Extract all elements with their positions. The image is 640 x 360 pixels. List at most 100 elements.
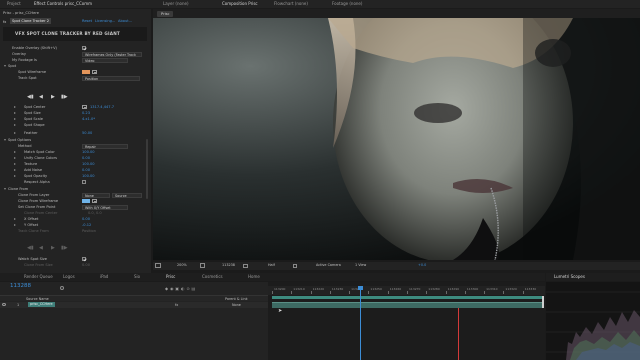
ruler-tick-label: 113280 — [428, 287, 440, 291]
tab-logos[interactable]: Logos — [57, 273, 81, 281]
tab-cosmetics[interactable]: Cosmetics — [196, 273, 229, 281]
playhead-handle[interactable] — [357, 286, 363, 290]
crosshair-icon[interactable] — [82, 105, 87, 109]
spot-wireframe-swatch[interactable] — [82, 70, 90, 74]
play-icon[interactable]: ▶ — [51, 245, 55, 251]
source-dropdown[interactable]: Source — [112, 192, 142, 198]
disclosure-icon[interactable] — [4, 187, 6, 190]
fx-switch-icon[interactable]: fx — [175, 303, 178, 307]
track-spot-dropdown[interactable]: Position — [82, 75, 140, 81]
transparency-grid-icon[interactable] — [293, 263, 297, 268]
top-tab-bar: Project Effect Controls prisc_CComm Laye… — [0, 0, 640, 8]
tab-flowchart[interactable]: Flowchart (none) — [268, 0, 314, 8]
tab-project[interactable]: Project — [1, 0, 27, 8]
eyedropper-icon[interactable] — [92, 199, 97, 203]
layer-duration-bar[interactable] — [272, 302, 542, 308]
ruler-tick-label: 113230 — [331, 287, 344, 291]
respect-alpha-checkbox[interactable] — [82, 180, 86, 184]
fx-toggle-icon[interactable]: fx — [3, 19, 6, 25]
disclosure-icon[interactable] — [14, 111, 16, 114]
licensing-button[interactable]: Licensing... — [95, 18, 115, 24]
camera-dropdown[interactable]: Active Camera — [316, 263, 341, 268]
clone-from-layer-dropdown[interactable]: None — [82, 192, 110, 198]
timeline-timecode[interactable]: 113288 — [10, 283, 31, 289]
disclosure-icon[interactable] — [14, 168, 16, 171]
about-button[interactable]: About... — [118, 18, 132, 24]
search-icon[interactable] — [60, 286, 64, 290]
source-name-header[interactable]: Source Name — [26, 297, 49, 301]
tab-layer[interactable]: Layer (none) — [157, 0, 195, 8]
method-dropdown[interactable]: Repair — [82, 143, 128, 149]
timeline-tools: ◆ ◉ ▣ ◐ ⊙ ▤ — [165, 286, 196, 291]
overlay-dropdown[interactable]: Wireframes Only (Faster Track — [82, 51, 142, 57]
disclosure-icon[interactable] — [14, 162, 16, 165]
timeline-panel: 113288 ◆ ◉ ▣ ◐ ⊙ ▤ Source Name Parent & … — [0, 282, 268, 360]
layer-name[interactable]: prisc_CCHere — [28, 302, 55, 308]
enable-overlay-checkbox[interactable] — [82, 46, 86, 50]
feather-value[interactable]: 50.00 — [82, 130, 92, 136]
disclosure-icon[interactable] — [14, 131, 16, 134]
clone-wireframe-swatch[interactable] — [82, 199, 90, 203]
tab-footage[interactable]: Footage (none) — [326, 0, 368, 8]
tab-sio[interactable]: Sio — [128, 273, 146, 281]
views-dropdown[interactable]: 1 View — [355, 263, 366, 268]
playhead-line[interactable] — [360, 286, 361, 360]
play-reverse-icon[interactable]: ◀ — [39, 245, 43, 251]
tab-ipad[interactable]: iPad — [94, 273, 114, 281]
timeline-tracks[interactable]: 1132001132101132201132301132401132501132… — [268, 282, 545, 360]
ruler-tick-label: 113330 — [524, 287, 537, 291]
watch-spot-size-checkbox[interactable] — [82, 257, 86, 261]
disclosure-icon[interactable] — [14, 105, 16, 108]
ruler-tick-label: 113250 — [370, 287, 382, 291]
my-footage-dropdown[interactable]: Video — [82, 57, 128, 63]
play-reverse-icon[interactable]: ◀ — [39, 94, 43, 100]
tab-home[interactable]: Home — [242, 273, 266, 281]
layer-chip[interactable]: Spot Clone Tracker 2 — [10, 18, 52, 24]
ruler-tick-label: 113310 — [486, 287, 498, 291]
resolution-dropdown[interactable]: Half — [268, 263, 275, 268]
ruler-tick-label: 113210 — [293, 287, 305, 291]
effect-controls-scrollbar[interactable] — [146, 139, 148, 199]
ruler-tick — [329, 291, 331, 294]
timecode-display[interactable]: 113238 — [222, 263, 235, 268]
exposure-value[interactable]: +0.0 — [418, 263, 426, 268]
ruler-tick — [426, 291, 427, 294]
ruler-tick — [464, 291, 466, 294]
disclosure-icon[interactable] — [14, 223, 16, 226]
step-back-icon[interactable]: ◀▮ — [27, 245, 34, 251]
visibility-eye-icon[interactable] — [2, 303, 6, 306]
disclosure-icon[interactable] — [14, 123, 16, 126]
comp-chip[interactable]: Prisc — [157, 11, 174, 17]
disclosure-icon[interactable] — [14, 217, 16, 220]
tab-prisc[interactable]: Prisc — [160, 273, 181, 281]
parent-link-header[interactable]: Parent & Link — [225, 297, 248, 301]
composition-viewer[interactable] — [153, 18, 640, 260]
disclosure-icon[interactable] — [4, 138, 6, 141]
tab-effect-controls[interactable]: Effect Controls prisc_CComm — [28, 0, 98, 8]
mouse-cursor: ➤ — [278, 308, 283, 314]
step-forward-icon[interactable]: ▮▶ — [61, 94, 68, 100]
zoom-dropdown[interactable]: 200% — [177, 263, 187, 268]
set-clone-from-point-dropdown[interactable]: With X/Y Offset — [82, 204, 128, 210]
tab-render-queue[interactable]: Render Queue — [18, 273, 59, 281]
snapshot-icon[interactable] — [155, 263, 161, 268]
disclosure-icon[interactable] — [14, 150, 16, 153]
out-marker — [458, 308, 459, 360]
work-area-bar[interactable] — [272, 296, 542, 299]
camera-icon[interactable] — [243, 263, 248, 268]
tab-lumetri-scopes[interactable]: Lumetri Scopes — [548, 273, 591, 281]
step-forward-icon[interactable]: ▮▶ — [61, 245, 68, 251]
time-ruler[interactable]: 1132001132101132201132301132401132501132… — [268, 286, 545, 295]
play-icon[interactable]: ▶ — [51, 94, 55, 100]
disclosure-icon[interactable] — [14, 117, 16, 120]
reset-button[interactable]: Reset — [82, 18, 92, 24]
tab-composition[interactable]: Composition Prisc — [216, 0, 264, 8]
disclosure-icon[interactable] — [14, 156, 16, 159]
disclosure-icon[interactable] — [14, 174, 16, 177]
disclosure-icon[interactable] — [4, 64, 6, 67]
layer-row[interactable]: 1 prisc_CCHere fx None — [0, 302, 268, 308]
step-back-icon[interactable]: ◀▮ — [27, 94, 34, 100]
eyedropper-icon[interactable] — [92, 70, 97, 74]
fit-icon[interactable] — [200, 263, 205, 268]
parent-dropdown[interactable]: None — [232, 303, 241, 307]
